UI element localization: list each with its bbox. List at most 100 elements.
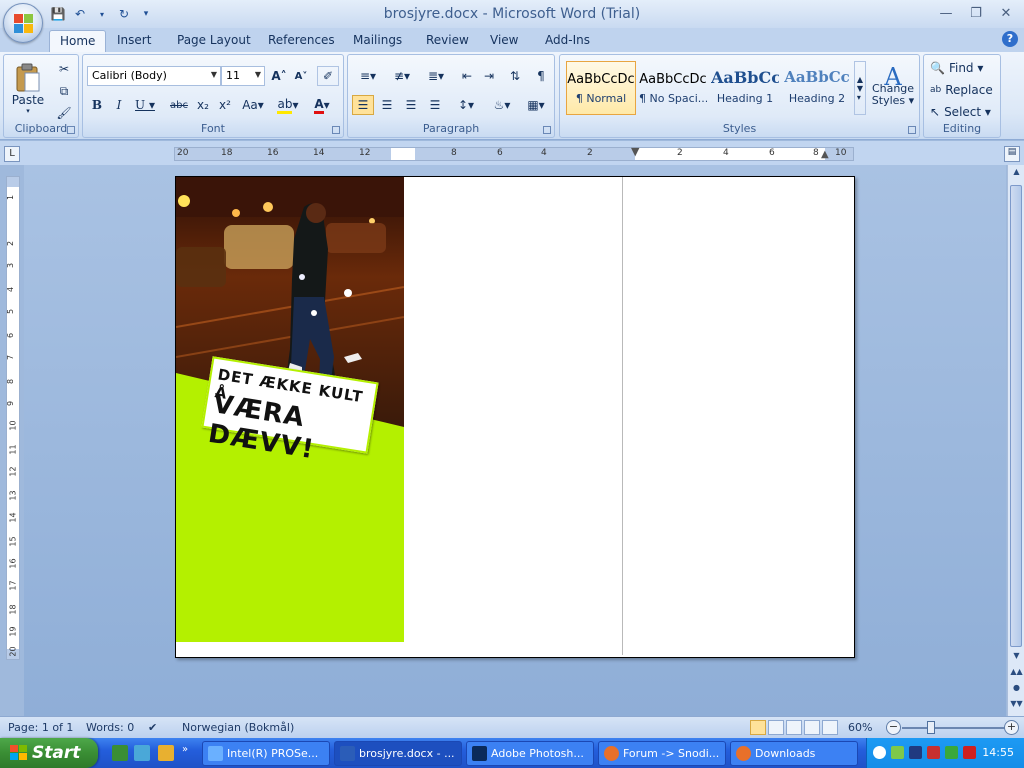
multilevel-list-icon[interactable]: ≣▾ (420, 66, 452, 86)
tab-add-ins[interactable]: Add-Ins (535, 30, 600, 52)
tray-expand-icon[interactable] (873, 746, 886, 759)
vertical-ruler[interactable]: 1 2 3 4 5 6 7 8 9 10 11 12 13 14 15 16 1… (6, 176, 20, 660)
full-screen-reading-icon[interactable] (768, 720, 784, 735)
word-count[interactable]: Words: 0 (86, 721, 134, 734)
align-left-icon[interactable]: ☰ (352, 95, 374, 115)
tray-user-icon[interactable] (891, 746, 904, 759)
zoom-level[interactable]: 60% (848, 721, 872, 734)
clock[interactable]: 14:55 (982, 746, 1014, 759)
quicklaunch-tool-icon[interactable] (158, 745, 174, 761)
office-button[interactable] (3, 3, 43, 43)
paste-button[interactable]: Paste ▾ (8, 59, 48, 119)
task-intel-prose[interactable]: Intel(R) PROSe... (202, 741, 330, 766)
start-button[interactable]: Start (0, 738, 98, 768)
numbering-icon[interactable]: ≢▾ (386, 66, 418, 86)
draft-view-icon[interactable] (822, 720, 838, 735)
scroll-thumb[interactable] (1010, 185, 1022, 647)
previous-page-icon[interactable]: ▲▲ (1010, 667, 1023, 681)
task-downloads[interactable]: Downloads (730, 741, 858, 766)
page-count[interactable]: Page: 1 of 1 (8, 721, 73, 734)
tray-network-icon[interactable] (909, 746, 922, 759)
indent-marker-icon[interactable]: ▼ (631, 145, 639, 158)
align-right-icon[interactable]: ☰ (400, 95, 422, 115)
horizontal-ruler[interactable]: 20 18 16 14 12 8 6 4 2 2 4 6 8 10 ▼ ▲ (174, 145, 854, 161)
style-normal[interactable]: AaBbCcDc ¶ Normal (566, 61, 636, 115)
web-layout-icon[interactable] (786, 720, 802, 735)
paragraph-launcher-icon[interactable] (543, 126, 551, 134)
copy-icon[interactable]: ⧉ (54, 81, 74, 101)
tab-home[interactable]: Home (49, 30, 107, 52)
quicklaunch-more-icon[interactable]: » (182, 744, 188, 755)
style-heading-2[interactable]: AaBbCc Heading 2 (782, 61, 852, 115)
vertical-scrollbar[interactable]: ▲ ▼ ▲▲ ● ▼▼ (1007, 165, 1024, 716)
italic-icon[interactable]: I (109, 95, 129, 115)
zoom-slider[interactable] (902, 727, 1006, 729)
outline-view-icon[interactable] (804, 720, 820, 735)
scroll-down-icon[interactable]: ▼ (1010, 651, 1023, 665)
tray-security-icon[interactable] (927, 746, 940, 759)
zoom-slider-thumb[interactable] (927, 721, 935, 734)
tab-insert[interactable]: Insert (107, 30, 161, 52)
tab-mailings[interactable]: Mailings (343, 30, 412, 52)
quicklaunch-app-icon[interactable] (112, 745, 128, 761)
tab-selector-icon[interactable]: L (4, 146, 20, 162)
format-painter-icon[interactable]: 🖌 (54, 103, 74, 123)
font-size-box[interactable]: 11 ▼ (221, 66, 265, 86)
sort-icon[interactable]: ⇅ (504, 66, 526, 86)
styles-scroll-icon[interactable]: ▲ ▼ ▾ (854, 61, 866, 115)
increase-indent-icon[interactable]: ⇥ (478, 66, 500, 86)
replace-button[interactable]: ab Replace (930, 80, 998, 100)
subscript-icon[interactable]: x₂ (193, 95, 213, 115)
select-button[interactable]: ↖ Select ▾ (930, 102, 998, 122)
print-layout-view-icon[interactable] (750, 720, 766, 735)
close-icon[interactable]: ✕ (996, 4, 1016, 22)
browse-object-icon[interactable]: ● (1010, 683, 1023, 697)
change-styles-button[interactable]: A Change Styles ▾ (870, 59, 916, 119)
font-color-icon[interactable]: A ▾ (307, 95, 337, 115)
next-page-icon[interactable]: ▼▼ (1010, 699, 1023, 713)
styles-launcher-icon[interactable] (908, 126, 916, 134)
style-no-spacing[interactable]: AaBbCcDc ¶ No Spaci... (638, 61, 708, 115)
tray-alert-icon[interactable] (963, 746, 976, 759)
bullets-icon[interactable]: ≡▾ (352, 66, 384, 86)
decrease-indent-icon[interactable]: ⇤ (456, 66, 478, 86)
quicklaunch-desktop-icon[interactable] (134, 745, 150, 761)
tab-review[interactable]: Review (416, 30, 479, 52)
show-marks-icon[interactable]: ¶ (530, 66, 552, 86)
underline-icon[interactable]: U ▾ (131, 95, 159, 115)
font-name-box[interactable]: Calibri (Body) ▼ (87, 66, 221, 86)
restore-icon[interactable]: ❐ (966, 4, 986, 22)
superscript-icon[interactable]: x² (215, 95, 235, 115)
align-center-icon[interactable]: ☰ (376, 95, 398, 115)
view-ruler-icon[interactable]: ▤ (1004, 146, 1020, 162)
help-icon[interactable]: ? (1002, 31, 1018, 47)
grow-font-icon[interactable]: A˄ (269, 66, 289, 86)
paste-dropdown-icon[interactable]: ▾ (26, 107, 30, 115)
line-spacing-icon[interactable]: ↕▾ (450, 95, 482, 115)
tray-wireless-icon[interactable] (945, 746, 958, 759)
find-button[interactable]: 🔍 Find ▾ (930, 58, 998, 78)
document-page[interactable]: DET ÆKKE KULT Å VÆRA DÆVV! (175, 176, 855, 658)
task-photoshop[interactable]: Adobe Photosh... (466, 741, 594, 766)
shrink-font-icon[interactable]: A˅ (291, 66, 311, 86)
borders-icon[interactable]: ▦▾ (520, 95, 552, 115)
right-indent-marker-icon[interactable]: ▲ (821, 149, 829, 160)
language-indicator[interactable]: Norwegian (Bokmål) (182, 721, 294, 734)
tab-references[interactable]: References (258, 30, 345, 52)
minimize-icon[interactable]: — (936, 4, 956, 22)
cut-icon[interactable]: ✂ (54, 59, 74, 79)
task-forum-firefox[interactable]: Forum -> Snodi... (598, 741, 726, 766)
shading-icon[interactable]: ♨▾ (486, 95, 518, 115)
bold-icon[interactable]: B (87, 95, 107, 115)
task-word-document[interactable]: brosjyre.docx - ... (334, 741, 462, 766)
clear-formatting-icon[interactable]: ✐ (317, 66, 339, 86)
change-case-icon[interactable]: Aa▾ (239, 95, 267, 115)
scroll-up-icon[interactable]: ▲ (1010, 167, 1023, 181)
style-heading-1[interactable]: AaBbCc Heading 1 (710, 61, 780, 115)
highlight-icon[interactable]: ab ▾ (273, 95, 303, 115)
zoom-out-icon[interactable]: − (886, 720, 901, 735)
strikethrough-icon[interactable]: abc (167, 95, 191, 115)
justify-icon[interactable]: ☰ (424, 95, 446, 115)
tab-page-layout[interactable]: Page Layout (167, 30, 261, 52)
clipboard-launcher-icon[interactable] (67, 126, 75, 134)
